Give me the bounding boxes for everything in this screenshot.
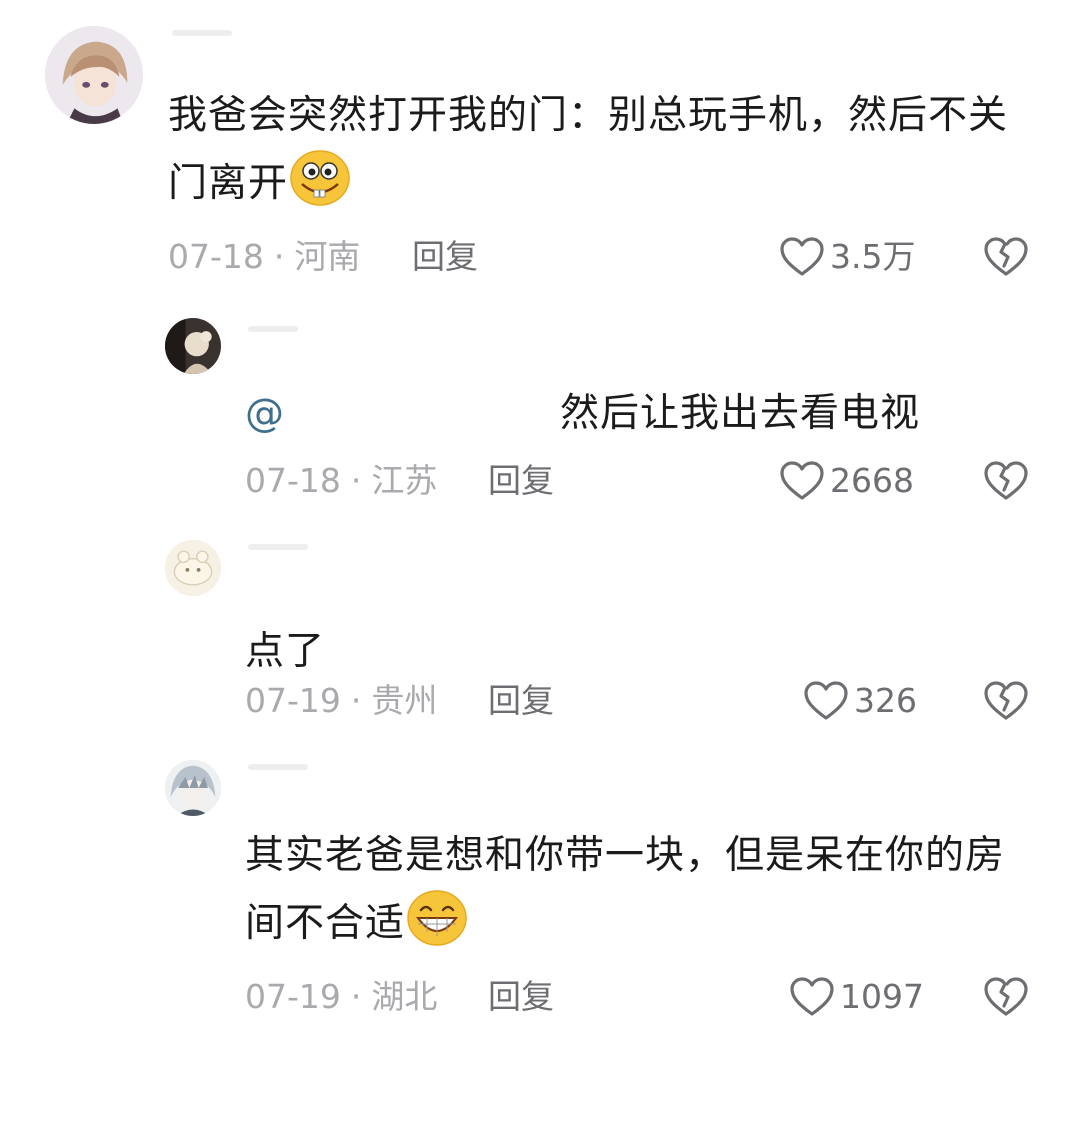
comment-meta: 07-18 · 江苏 [245,456,437,506]
comment-text-body: 点了 [245,629,326,674]
comment-meta: 07-19 · 贵州 [245,676,437,726]
reply-button[interactable]: 回复 [412,232,478,282]
broken-heart-icon [984,976,1028,1018]
like-button[interactable]: 326 [804,676,917,726]
comment-text: 我爸会突然打开我的门：别总玩手机，然后不关 门离开 [168,82,1048,228]
silly-grin-emoji-icon [290,150,350,228]
comment-date: 07-18 [245,461,341,500]
like-button[interactable]: 3.5万 [780,232,915,282]
comment-text: 其实老爸是想和你带一块，但是呆在你的房 间不合适 [245,822,1045,968]
dislike-button[interactable] [984,460,1028,504]
comment-date: 07-19 [245,977,341,1016]
anime-avatar-image [165,760,221,816]
avatar[interactable] [165,760,221,816]
comment-meta: 07-19 · 湖北 [245,972,437,1022]
photo-avatar-image [165,318,221,374]
broken-heart-icon [984,460,1028,502]
username-placeholder[interactable] [248,544,308,550]
heart-outline-icon [780,461,824,501]
like-count: 326 [854,681,917,720]
dislike-button[interactable] [984,976,1028,1020]
comment-date: 07-19 [245,681,341,720]
comment-date: 07-18 [168,237,264,276]
comment-text-line-1: 其实老爸是想和你带一块，但是呆在你的房 [245,833,1006,878]
big-grin-emoji-icon [407,890,467,968]
like-count: 2668 [830,461,914,500]
mention-link[interactable]: @ [245,391,285,436]
like-count: 1097 [840,977,924,1016]
comment-4: 其实老爸是想和你带一块，但是呆在你的房 间不合适 07-19 · 湖北 回复 109… [0,740,1080,1040]
meta-separator: · [273,237,285,276]
comment-location: 湖北 [371,977,438,1016]
comment-meta: 07-18 · 河南 [168,232,360,282]
like-count: 3.5万 [830,237,916,276]
comment-location: 贵州 [371,681,438,720]
comment-text-line-1: 我爸会突然打开我的门：别总玩手机，然后不关 [168,93,1009,138]
comment-text: @ 然后让我出去看电视 [245,380,965,448]
reply-button[interactable]: 回复 [488,456,554,506]
heart-outline-icon [790,977,834,1017]
dislike-button[interactable] [984,236,1028,280]
anime-avatar-image [45,26,143,124]
like-button[interactable]: 2668 [780,456,914,506]
reply-button[interactable]: 回复 [488,676,554,726]
cartoon-avatar-image [165,540,221,596]
reply-button[interactable]: 回复 [488,972,554,1022]
comment-location: 江苏 [371,461,438,500]
comment-text-line-2: 间不合适 [245,890,1045,968]
broken-heart-icon [984,680,1028,722]
meta-separator: · [350,681,362,720]
meta-separator: · [350,977,362,1016]
like-button[interactable]: 1097 [790,972,924,1022]
comment-3: 点了 07-19 · 贵州 回复 326 [0,520,1080,740]
avatar[interactable] [165,318,221,374]
comment-text-line-2-text: 门离开 [168,161,289,206]
broken-heart-icon [984,236,1028,278]
comment-2: @ 然后让我出去看电视 07-18 · 江苏 回复 2668 [0,300,1080,520]
heart-outline-icon [804,681,848,721]
avatar[interactable] [165,540,221,596]
meta-separator: · [350,461,362,500]
heart-outline-icon [780,237,824,277]
dislike-button[interactable] [984,680,1028,724]
username-placeholder[interactable] [248,764,308,770]
comment-1: 我爸会突然打开我的门：别总玩手机，然后不关 门离开 07-18 · 河南 回复 3.… [0,0,1080,300]
username-placeholder[interactable] [172,30,232,36]
comment-text-line-2-text: 间不合适 [245,901,406,946]
comment-text-line-2: 门离开 [168,150,1048,228]
comment-location: 河南 [294,237,361,276]
comment-text-body: 然后让我出去看电视 [560,391,921,436]
username-placeholder[interactable] [248,326,298,332]
avatar[interactable] [45,26,143,124]
